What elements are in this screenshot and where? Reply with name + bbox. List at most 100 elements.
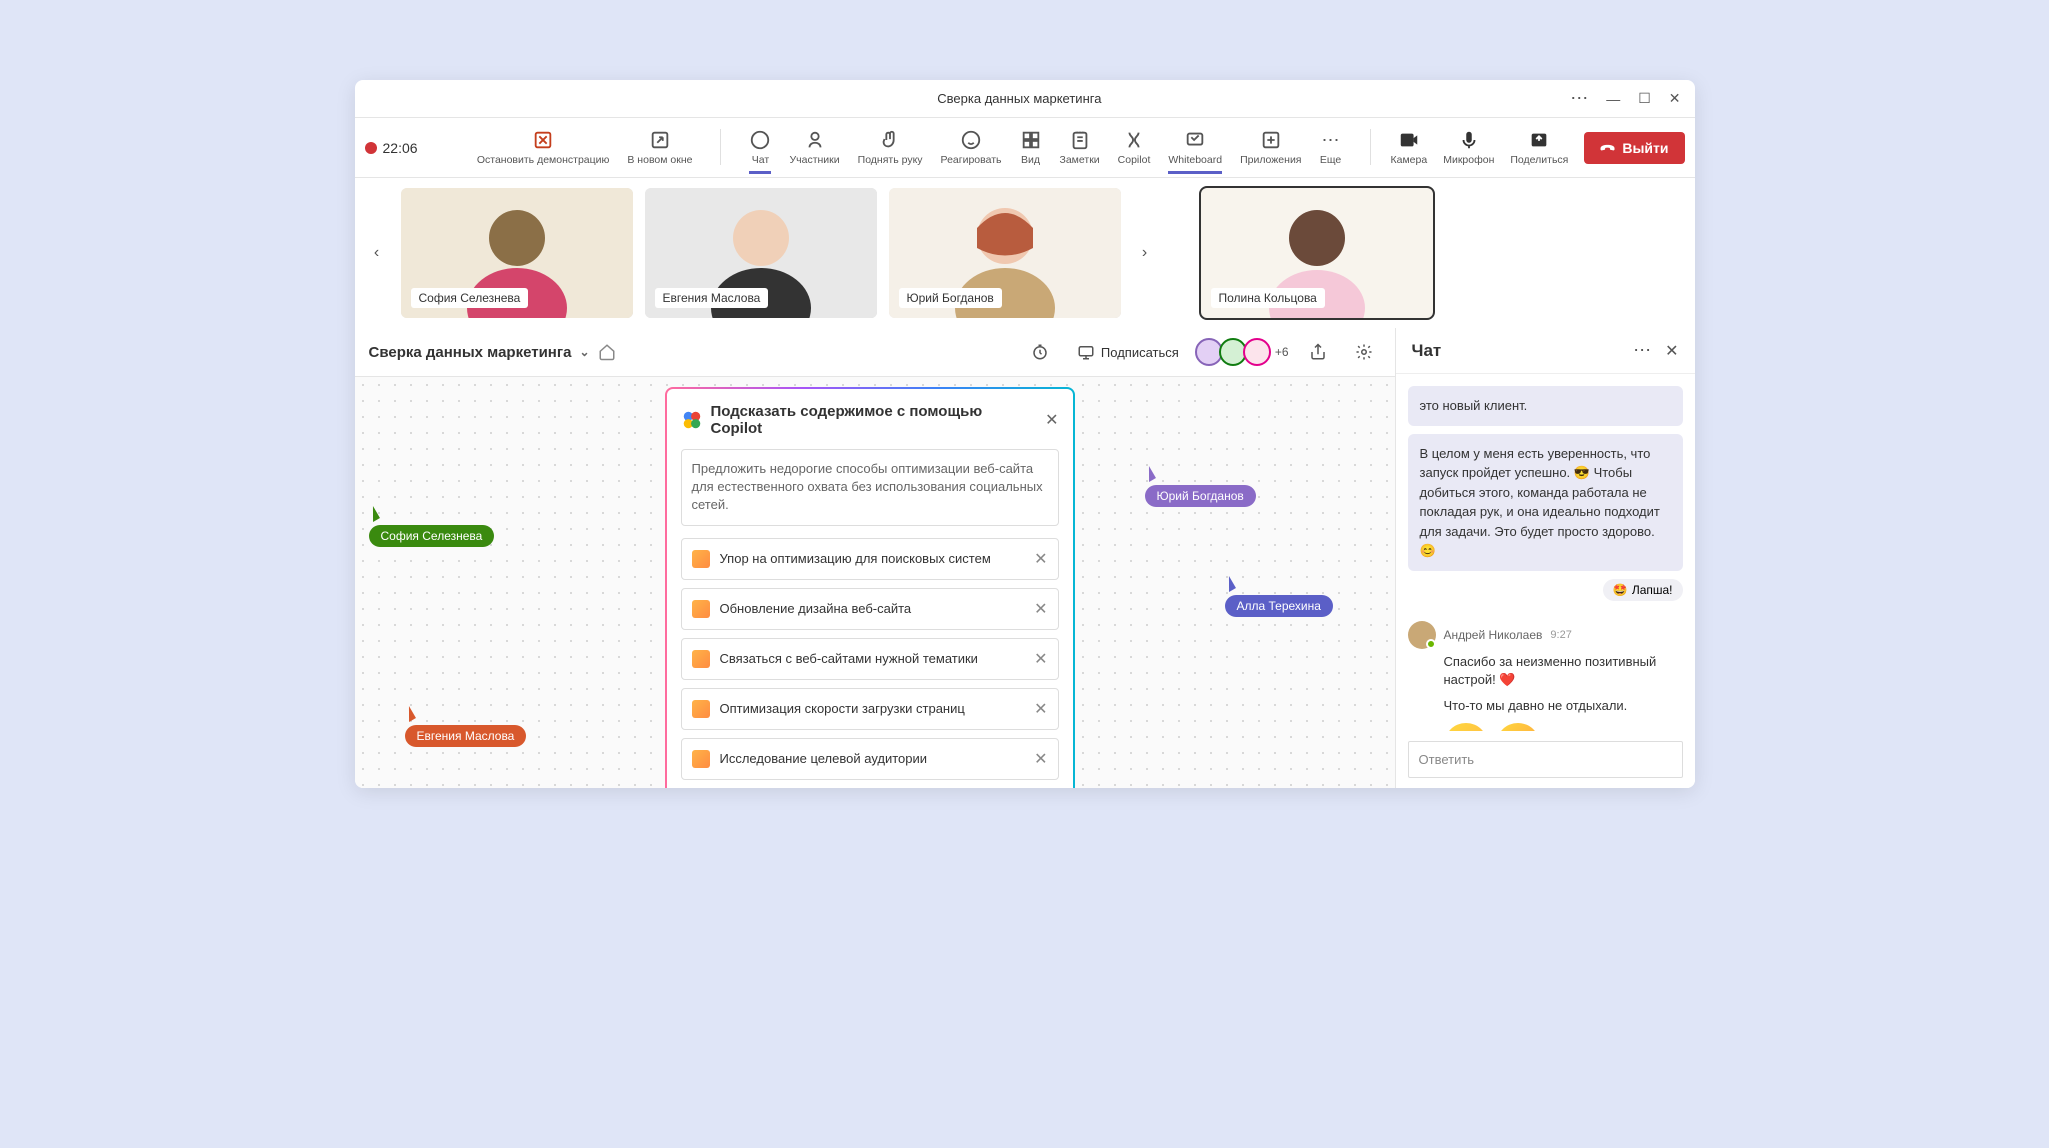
- camera-button[interactable]: Камера: [1391, 129, 1428, 166]
- suggestion-item[interactable]: Обновление дизайна веб-сайта ✕: [681, 588, 1059, 630]
- collaborator-cursor: София Селезнева: [369, 507, 495, 547]
- suggestion-text: Оптимизация скорости загрузки страниц: [720, 701, 1025, 716]
- timer-button[interactable]: [1023, 339, 1057, 365]
- remove-icon[interactable]: ✕: [1034, 599, 1047, 619]
- note-icon: [692, 650, 710, 668]
- suggestion-item[interactable]: Оптимизация скорости загрузки страниц ✕: [681, 688, 1059, 730]
- suggestion-text: Исследование целевой аудитории: [720, 751, 1025, 766]
- participant-tile[interactable]: София Селезнева: [401, 188, 633, 318]
- note-icon: [692, 600, 710, 618]
- note-icon: [692, 700, 710, 718]
- remove-icon[interactable]: ✕: [1034, 649, 1047, 669]
- participant-tile[interactable]: Юрий Богданов: [889, 188, 1121, 318]
- copilot-prompt[interactable]: Предложить недорогие способы оптимизации…: [681, 449, 1059, 526]
- close-button[interactable]: ✕: [1669, 90, 1681, 107]
- remove-icon[interactable]: ✕: [1034, 549, 1047, 569]
- reply-input[interactable]: Ответить: [1408, 741, 1683, 778]
- subscribe-button[interactable]: Подписаться: [1069, 339, 1187, 365]
- chat-panel: Чат ⋯ ✕ это новый клиент. В целом у меня…: [1395, 328, 1695, 788]
- react-button[interactable]: Реагировать: [941, 129, 1002, 166]
- more-icon[interactable]: ⋯: [1570, 88, 1588, 109]
- settings-icon[interactable]: [1347, 339, 1381, 365]
- chat-close-icon[interactable]: ✕: [1665, 341, 1678, 361]
- participant-tile[interactable]: Евгения Маслова: [645, 188, 877, 318]
- divider: [1370, 129, 1371, 165]
- chevron-down-icon: ⌄: [579, 345, 589, 359]
- video-strip: ‹ София Селезнева Евгения Маслова Юрий Б…: [355, 178, 1695, 328]
- suggestion-item[interactable]: Упор на оптимизацию для поисковых систем…: [681, 538, 1059, 580]
- people-button[interactable]: Участники: [789, 129, 839, 166]
- message-time: 9:27: [1550, 629, 1571, 641]
- collaborator-cursor: Алла Терехина: [1225, 577, 1333, 617]
- reaction-badge[interactable]: 🤩 Лапша!: [1603, 579, 1683, 601]
- whiteboard-canvas[interactable]: София Селезнева Евгения Маслова Юрий Богда…: [355, 377, 1395, 788]
- leave-button[interactable]: Выйти: [1584, 132, 1684, 164]
- note-icon: [692, 550, 710, 568]
- collaborator-cursor: Юрий Богданов: [1145, 467, 1256, 507]
- participant-name: София Селезнева: [411, 288, 529, 308]
- meeting-title[interactable]: Сверка данных маркетинга ⌄: [369, 343, 616, 361]
- titlebar: Сверка данных маркетинга ⋯ — ☐ ✕: [355, 80, 1695, 118]
- avatar: [1243, 338, 1271, 366]
- maximize-button[interactable]: ☐: [1638, 90, 1651, 107]
- participant-name: Юрий Богданов: [899, 288, 1002, 308]
- chat-button[interactable]: Чат: [749, 129, 771, 166]
- chat-message: это новый клиент.: [1408, 386, 1683, 426]
- chat-message: В целом у меня есть уверенность, что зап…: [1408, 434, 1683, 571]
- message-text: Что-то мы давно не отдыхали.: [1444, 697, 1683, 715]
- prev-arrow[interactable]: ‹: [365, 223, 389, 283]
- chat-panel-title: Чат: [1412, 341, 1634, 361]
- suggestion-text: Упор на оптимизацию для поисковых систем: [720, 551, 1025, 566]
- app-window: Сверка данных маркетинга ⋯ — ☐ ✕ 22:06 О…: [355, 80, 1695, 788]
- suggestion-item[interactable]: Связаться с веб-сайтами нужной тематики ✕: [681, 638, 1059, 680]
- copilot-panel: Подсказать содержимое с помощью Copilot …: [665, 387, 1075, 788]
- tag-icon[interactable]: [598, 343, 616, 361]
- more-count: +6: [1275, 345, 1289, 359]
- recording-time: 22:06: [383, 140, 418, 156]
- screen-icon: [1077, 343, 1095, 361]
- suggestion-text: Связаться с веб-сайтами нужной тематики: [720, 651, 1025, 666]
- close-icon[interactable]: ✕: [1045, 410, 1058, 430]
- copilot-title: Подсказать содержимое с помощью Copilot: [711, 403, 1038, 437]
- popout-button[interactable]: В новом окне: [627, 129, 692, 166]
- share-button[interactable]: Поделиться: [1510, 129, 1568, 166]
- emoji-laugh-icon: [1444, 723, 1488, 731]
- message-author: Андрей Николаев: [1444, 628, 1543, 642]
- view-button[interactable]: Вид: [1020, 129, 1042, 166]
- chat-more-icon[interactable]: ⋯: [1633, 340, 1651, 361]
- copilot-button[interactable]: Copilot: [1118, 129, 1151, 166]
- chat-messages: это новый клиент. В целом у меня есть ув…: [1396, 374, 1695, 731]
- participant-name: Полина Кольцова: [1211, 288, 1325, 308]
- avatar-group[interactable]: +6: [1199, 338, 1289, 366]
- meeting-toolbar: 22:06 Остановить демонстрацию В новом ок…: [355, 118, 1695, 178]
- participant-name: Евгения Маслова: [655, 288, 769, 308]
- message-text: Спасибо за неизменно позитивный настрой!…: [1444, 653, 1683, 689]
- stop-sharing-button[interactable]: Остановить демонстрацию: [477, 129, 610, 166]
- note-icon: [692, 750, 710, 768]
- minimize-button[interactable]: —: [1606, 91, 1620, 107]
- notes-button[interactable]: Заметки: [1060, 129, 1100, 166]
- suggestion-text: Обновление дизайна веб-сайта: [720, 601, 1025, 616]
- meeting-bar: Сверка данных маркетинга ⌄ Подписаться +…: [355, 328, 1395, 377]
- more-button[interactable]: ⋯ Еще: [1320, 129, 1342, 166]
- next-arrow[interactable]: ›: [1133, 223, 1157, 283]
- collaborator-cursor: Евгения Маслова: [405, 707, 527, 747]
- remove-icon[interactable]: ✕: [1034, 749, 1047, 769]
- recording-indicator: 22:06: [365, 140, 418, 156]
- remove-icon[interactable]: ✕: [1034, 699, 1047, 719]
- apps-button[interactable]: Приложения: [1240, 129, 1301, 166]
- raise-hand-button[interactable]: Поднять руку: [858, 129, 923, 166]
- phone-icon: [1600, 140, 1616, 156]
- whiteboard-button[interactable]: Whiteboard: [1168, 129, 1222, 166]
- copilot-icon: [681, 409, 703, 431]
- mic-button[interactable]: Микрофон: [1443, 129, 1494, 166]
- window-title: Сверка данных маркетинга: [469, 91, 1571, 106]
- record-icon: [365, 142, 377, 154]
- suggestion-item[interactable]: Исследование целевой аудитории ✕: [681, 738, 1059, 780]
- divider: [720, 129, 721, 165]
- participant-tile-active[interactable]: Полина Кольцова: [1201, 188, 1433, 318]
- main-area: Сверка данных маркетинга ⌄ Подписаться +…: [355, 328, 1695, 788]
- emoji-monocle-icon: [1496, 723, 1540, 731]
- share-icon[interactable]: [1301, 339, 1335, 365]
- avatar: [1408, 621, 1436, 649]
